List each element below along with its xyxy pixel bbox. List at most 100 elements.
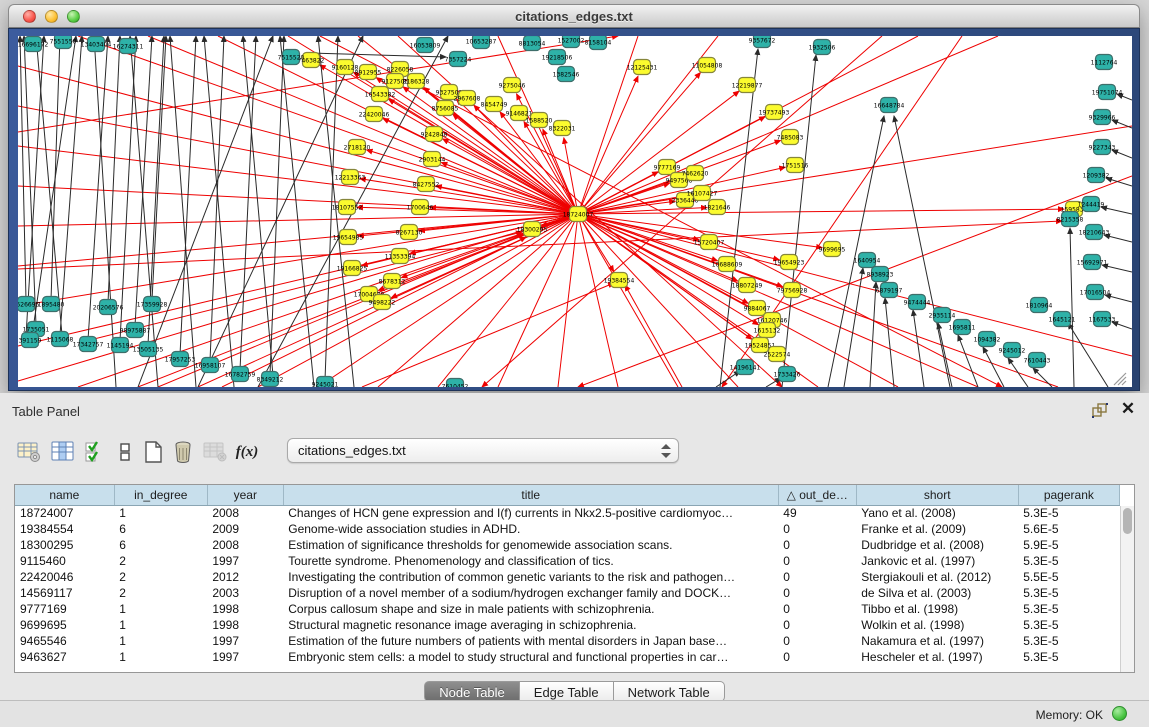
table-row[interactable]: 2242004622012Investigating the contribut… [15,569,1120,585]
graph-node[interactable]: 1209382 [1083,168,1110,183]
window-titlebar[interactable]: citations_edges.txt [8,4,1140,28]
new-column-icon[interactable] [138,437,168,467]
column-header-short[interactable]: short [856,485,1018,505]
graph-node[interactable]: 2903144 [419,152,446,167]
column-header-outde[interactable]: △ out_de… [778,485,856,505]
graph-node[interactable]: 11054808 [692,58,723,73]
graph-node[interactable]: 1145194 [107,338,134,353]
table-row[interactable]: 1456911722003Disruption of a novel membe… [15,585,1120,601]
table-scrollbar[interactable] [1120,506,1134,672]
column-header-name[interactable]: name [15,485,114,505]
graph-node[interactable]: 9329966 [1089,110,1116,125]
table-row[interactable]: 1830029562008Estimation of significance … [15,537,1120,553]
graph-node[interactable]: 1700646 [407,200,434,215]
graph-node[interactable]: 7610443 [1024,353,1051,368]
network-canvas[interactable]: 1872400718300295193845547463822916012889… [18,36,1132,387]
graph-node[interactable]: 15692971 [1077,255,1108,270]
tab-edge-table[interactable]: Edge Table [520,681,614,702]
graph-node[interactable]: 19218506 [542,50,573,65]
graph-node[interactable]: 16274311 [113,39,144,54]
row-height-icon[interactable] [110,437,140,467]
graph-node[interactable]: 19751074 [1092,85,1123,100]
graph-node[interactable]: 391159 [19,333,42,348]
canvas-resize-grip[interactable] [1122,381,1126,385]
table-row[interactable]: 1938455462009Genome-wide association stu… [15,521,1120,537]
column-header-year[interactable]: year [207,485,283,505]
memory-status-indicator[interactable] [1112,706,1127,721]
graph-node[interactable]: 9245012 [999,343,1026,358]
graph-node[interactable]: 1645121 [1049,312,1076,327]
graph-node[interactable]: 13505135 [133,342,164,357]
graph-node[interactable]: 8322031 [549,121,576,136]
graph-node[interactable]: 16782759 [225,367,256,382]
graph-node[interactable]: 1382546 [553,67,580,82]
graph-node[interactable]: 1733426 [774,367,801,382]
graph-node[interactable]: 7610452 [442,379,469,388]
graph-node[interactable]: 1640954 [854,253,881,268]
graph-node[interactable]: 18210643 [1079,225,1110,240]
graph-node[interactable]: 17016504 [1080,285,1111,300]
close-panel-icon[interactable]: ✕ [1119,400,1137,418]
graph-node[interactable]: 17359928 [137,297,168,312]
delete-column-icon[interactable] [168,437,198,467]
table-row[interactable]: 946362711997Embryonic stem cells: a mode… [15,649,1120,665]
graph-node[interactable]: 1810964 [1026,298,1053,313]
graph-node[interactable]: 9227343 [1089,140,1116,155]
graph-node[interactable]: 16648784 [874,98,905,113]
table-row[interactable]: 911546021997Tourette syndrome. Phenomeno… [15,553,1120,569]
graph-node[interactable]: 1932506 [809,40,836,55]
graph-node[interactable]: 10688609 [712,257,743,272]
graph-node[interactable]: 12125431 [627,60,658,75]
graph-node[interactable]: 8349212 [257,372,284,387]
graph-node[interactable]: 14196141 [730,360,761,375]
graph-node[interactable]: 8427552 [413,177,440,192]
function-builder-icon[interactable]: f(x) [232,437,262,467]
graph-node[interactable]: 8267130 [396,225,423,240]
graph-node[interactable]: 1695811 [949,320,976,335]
table-row[interactable]: 1872400712008Changes of HCN gene express… [15,505,1120,521]
graph-node[interactable]: 9699695 [819,242,846,257]
graph-node[interactable]: 20206576 [93,300,124,315]
graph-node[interactable]: 9474444 [904,295,931,310]
table-row[interactable]: 946554611997Estimation of the future num… [15,633,1120,649]
graph-node[interactable]: 1112764 [1091,55,1118,70]
graph-node[interactable]: 2718120 [344,140,371,155]
graph-node[interactable]: 9245021 [312,377,339,388]
graph-node[interactable]: 19654923 [774,255,805,270]
svg-text:8349212: 8349212 [257,376,284,383]
graph-node[interactable]: 1527002 [558,36,585,48]
graph-node[interactable]: 98975887 [120,323,151,338]
canvas-resize-grip[interactable] [1118,377,1126,385]
graph-node[interactable]: 16053809 [410,38,441,53]
delete-table-icon[interactable] [200,437,230,467]
table-selector-dropdown[interactable]: citations_edges.txt [287,438,679,463]
graph-node[interactable]: 17342757 [73,337,104,352]
table-row[interactable]: 969969511998Structural magnetic resonanc… [15,617,1120,633]
graph-node[interactable]: 9275046 [499,78,526,93]
tab-network-table[interactable]: Network Table [614,681,725,702]
graph-node[interactable]: 6879197 [876,283,903,298]
graph-node[interactable]: 7357224 [445,52,472,67]
graph-node[interactable]: 8454749 [481,97,508,112]
float-panel-icon[interactable] [1091,402,1109,420]
column-header-title[interactable]: title [283,485,778,505]
row-selection-icon[interactable] [80,437,110,467]
graph-node[interactable]: 9357672 [749,36,776,48]
graph-node[interactable]: 10653287 [466,36,497,49]
tab-node-table[interactable]: Node Table [424,681,520,702]
table-mode-icon[interactable] [14,437,44,467]
graph-node[interactable]: 19654985 [333,230,364,245]
graph-node[interactable]: 18807249 [732,278,763,293]
graph-node[interactable]: 1167533 [1089,312,1116,327]
table-row[interactable]: 977716911998Corpus callosum shape and si… [15,601,1120,617]
column-visibility-icon[interactable] [48,437,78,467]
graph-node[interactable]: 8678312 [379,274,406,289]
column-header-pagerank[interactable]: pagerank [1018,485,1119,505]
graph-node[interactable]: 7485083 [777,130,804,145]
column-header-indegree[interactable]: in_degree [114,485,207,505]
table-scrollbar-thumb[interactable] [1123,508,1132,534]
graph-node[interactable]: 12219877 [732,78,763,93]
graph-node[interactable]: 1094382 [974,332,1001,347]
graph-node[interactable]: 7551550 [50,36,77,49]
graph-node[interactable]: 17957253 [165,352,196,367]
